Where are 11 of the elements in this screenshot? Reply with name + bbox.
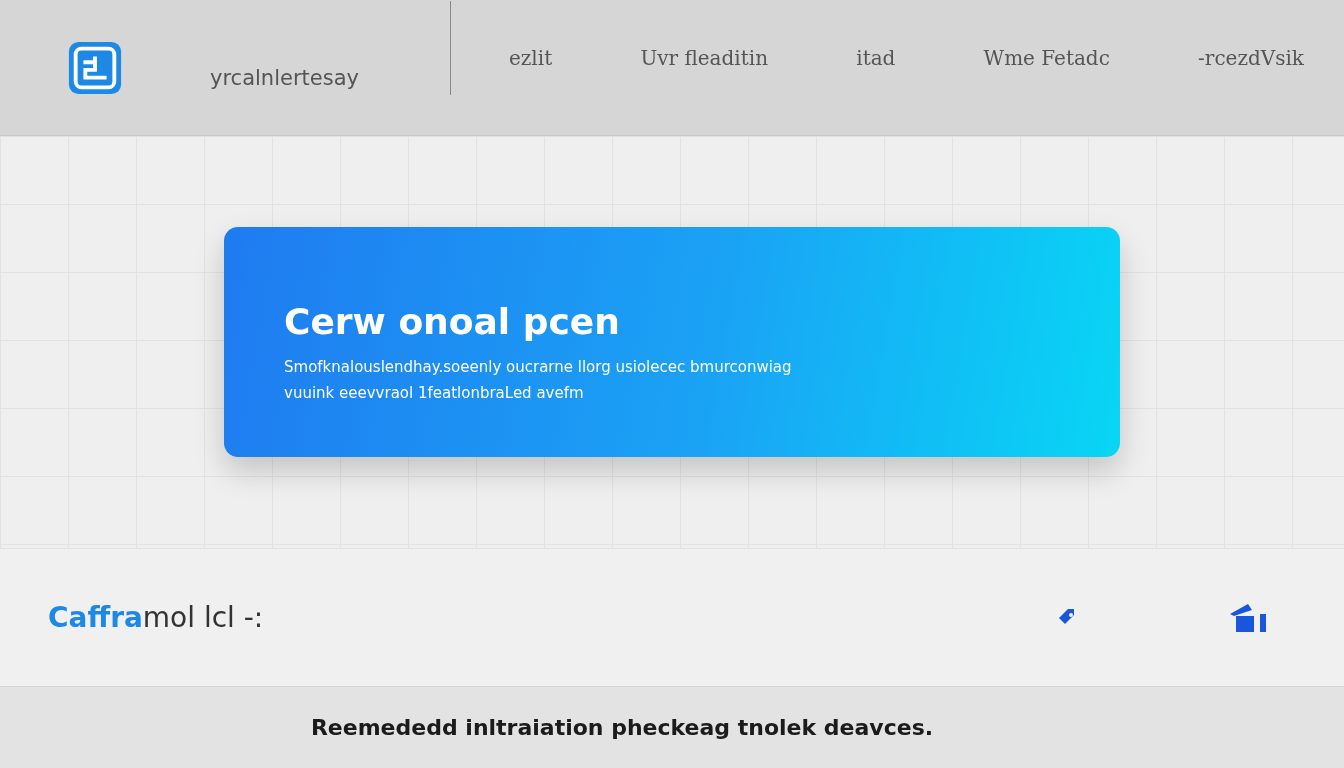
nav-link[interactable]: itad (856, 45, 896, 70)
brand-mark: Caffra (48, 601, 143, 634)
brand-label: mol lcl -: (142, 601, 264, 634)
brand-name: yrcalnlertesay (210, 64, 359, 90)
nav-link[interactable]: Wme Fetadc (983, 45, 1110, 70)
nav-link[interactable]: Uvr fleaditin (640, 45, 769, 70)
nav-link[interactable]: -rcezdVsik (1198, 45, 1304, 70)
footer-text: Reemededd inltraiation pheckeag tnolek deavces. (310, 715, 934, 740)
nav-link[interactable]: ezlit (509, 45, 553, 70)
hero-text: Smofknalouslendhay.soeenly oucrarne llorg usiolecec bmurconwiag vuuink eeevvraol 1featlonbraLed avefm (284, 357, 793, 404)
hero-title: Cerw onoal pcen (284, 301, 621, 342)
